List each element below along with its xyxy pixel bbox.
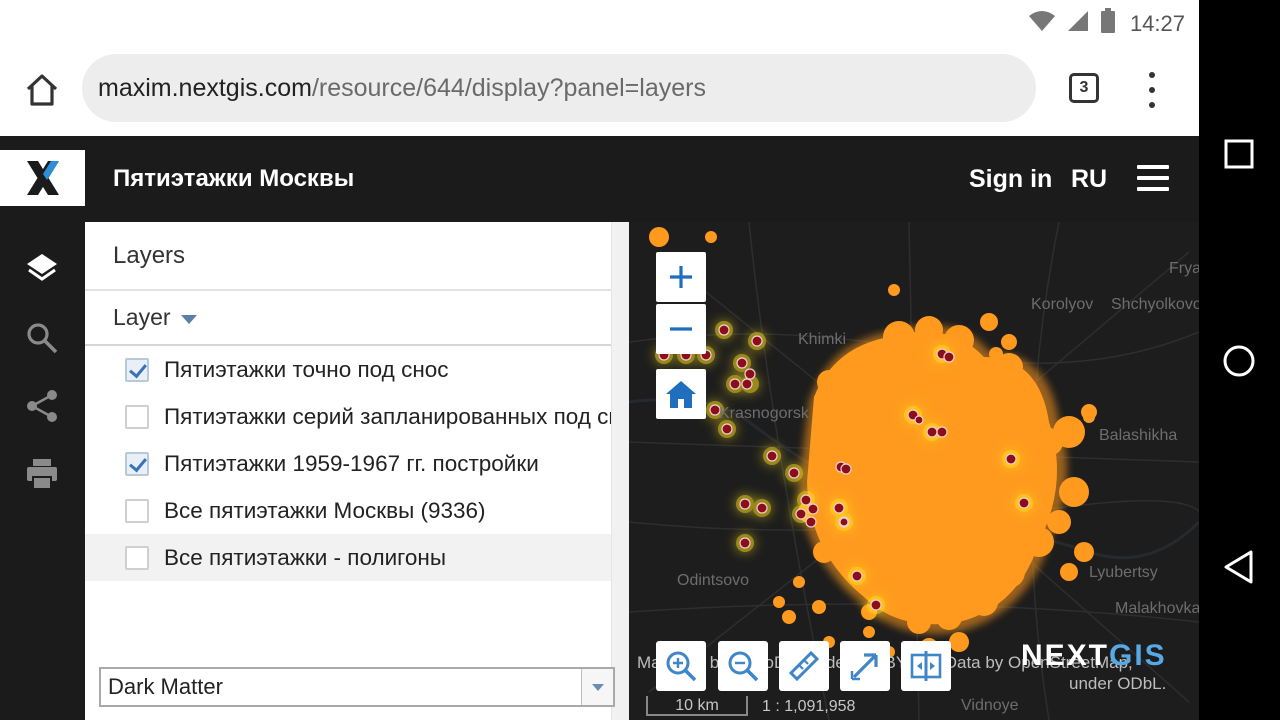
map-place-label: Vidnoye: [961, 697, 1019, 714]
url-host: maxim.nextgis.com: [98, 73, 312, 102]
map-place-label: Odintsovo: [677, 572, 750, 589]
identify-arrow-icon: [850, 653, 878, 681]
nextgis-watermark-logo: NEXTGIS: [1021, 639, 1167, 672]
sidebar: [0, 222, 85, 720]
panel-title: Layers: [113, 242, 186, 269]
layer-checkbox[interactable]: [125, 498, 149, 523]
sign-in-link[interactable]: Sign in: [969, 136, 1052, 222]
layers-icon[interactable]: [22, 249, 62, 289]
map-view[interactable]: Khimki Korolyov Shchyolkovo Fryazino Kra…: [629, 222, 1199, 720]
zoom-out-button[interactable]: [656, 304, 706, 354]
android-navigation-bar: [1199, 0, 1280, 720]
layer-row[interactable]: Пятиэтажки точно под снос: [85, 346, 629, 393]
zoom-out-box-button[interactable]: [718, 641, 768, 691]
layer-label: Все пятиэтажки - полигоны: [164, 544, 446, 570]
divider: [85, 289, 611, 291]
layers-panel: Layers Layer Пятиэтажки точно под снос П…: [85, 222, 629, 720]
layer-checkbox[interactable]: [125, 451, 149, 476]
ruler-icon: [788, 650, 820, 682]
back-icon[interactable]: [1221, 549, 1257, 585]
measure-button[interactable]: [779, 641, 829, 691]
layer-label: Пятиэтажки серий запланированных под сно…: [164, 403, 629, 429]
layer-label: Пятиэтажки 1959-1967 гг. постройки: [164, 450, 539, 476]
address-bar[interactable]: maxim.nextgis.com/resource/644/display?p…: [82, 54, 1036, 122]
more-options-icon[interactable]: [1140, 72, 1164, 108]
scale-bar: 10 km: [646, 696, 748, 716]
print-icon[interactable]: [22, 454, 62, 494]
layer-column-header[interactable]: Layer: [113, 304, 197, 331]
language-switcher[interactable]: RU: [1071, 136, 1107, 222]
layer-column-label: Layer: [113, 304, 171, 330]
layer-row[interactable]: Все пятиэтажки Москвы (9336): [85, 487, 629, 534]
identify-button[interactable]: [840, 641, 890, 691]
zoom-in-button[interactable]: [656, 252, 706, 302]
home-circle-icon[interactable]: [1221, 343, 1257, 379]
hamburger-menu-icon[interactable]: [1137, 165, 1169, 191]
map-place-label: Krasnogorsk: [719, 405, 809, 422]
home-icon: [666, 381, 696, 408]
map-place-label: Malakhovka: [1115, 600, 1199, 617]
layer-row[interactable]: Пятиэтажки серий запланированных под сно…: [85, 393, 629, 440]
swipe-button[interactable]: [901, 641, 951, 691]
zoom-in-magnifier-icon: [666, 651, 697, 682]
url-path: /resource/644/display?panel=layers: [311, 73, 706, 102]
home-icon[interactable]: [22, 70, 62, 110]
map-place-label: Korolyov: [1031, 296, 1094, 313]
map-place-label: Lyubertsy: [1089, 564, 1158, 581]
layer-checkbox[interactable]: [125, 545, 149, 570]
wifi-icon: [1028, 9, 1056, 38]
minus-icon: [670, 327, 692, 331]
layer-label: Все пятиэтажки Москвы (9336): [164, 497, 486, 523]
panel-scrollbar[interactable]: [611, 222, 629, 720]
basemap-value: Dark Matter: [108, 674, 223, 699]
status-bar: 14:27: [0, 0, 1199, 44]
plus-icon: [670, 266, 692, 288]
scale-ratio: 1 : 1,091,958: [762, 698, 856, 715]
map-place-label: Balashikha: [1099, 427, 1178, 444]
map-place-label: Shchyolkovo: [1111, 296, 1199, 313]
share-icon[interactable]: [22, 386, 62, 426]
zoom-to-extent-button[interactable]: [656, 369, 706, 419]
clock: 14:27: [1129, 10, 1185, 36]
caret-down-icon: [180, 314, 197, 324]
zoom-in-box-button[interactable]: [656, 641, 706, 691]
map-place-label: Fryazino: [1169, 260, 1199, 277]
layer-label: Пятиэтажки точно под снос: [164, 356, 449, 382]
browser-toolbar: maxim.nextgis.com/resource/644/display?p…: [0, 44, 1199, 136]
swipe-compare-icon: [910, 651, 942, 681]
page-title: Пятиэтажки Москвы: [113, 165, 355, 192]
dropdown-arrow-icon[interactable]: [581, 669, 613, 705]
nextgis-logo-icon[interactable]: [0, 150, 85, 206]
app-header: Пятиэтажки Москвы Sign in RU: [0, 136, 1199, 222]
map-place-label: Khimki: [798, 331, 847, 348]
layer-checkbox[interactable]: [125, 404, 149, 429]
search-icon[interactable]: [22, 318, 62, 358]
tab-switcher-button[interactable]: 3: [1069, 73, 1099, 103]
zoom-out-magnifier-icon: [728, 651, 759, 682]
recent-apps-icon[interactable]: [1221, 139, 1257, 169]
battery-icon: [1100, 8, 1116, 39]
signal-icon: [1066, 9, 1090, 38]
layer-checkbox[interactable]: [125, 357, 149, 382]
layer-row[interactable]: Пятиэтажки 1959-1967 гг. постройки: [85, 440, 629, 487]
basemap-select[interactable]: Dark Matter: [99, 667, 615, 707]
map-attribution-line2: under ODbL.: [1069, 674, 1167, 693]
layer-row[interactable]: Все пятиэтажки - полигоны: [85, 534, 629, 581]
